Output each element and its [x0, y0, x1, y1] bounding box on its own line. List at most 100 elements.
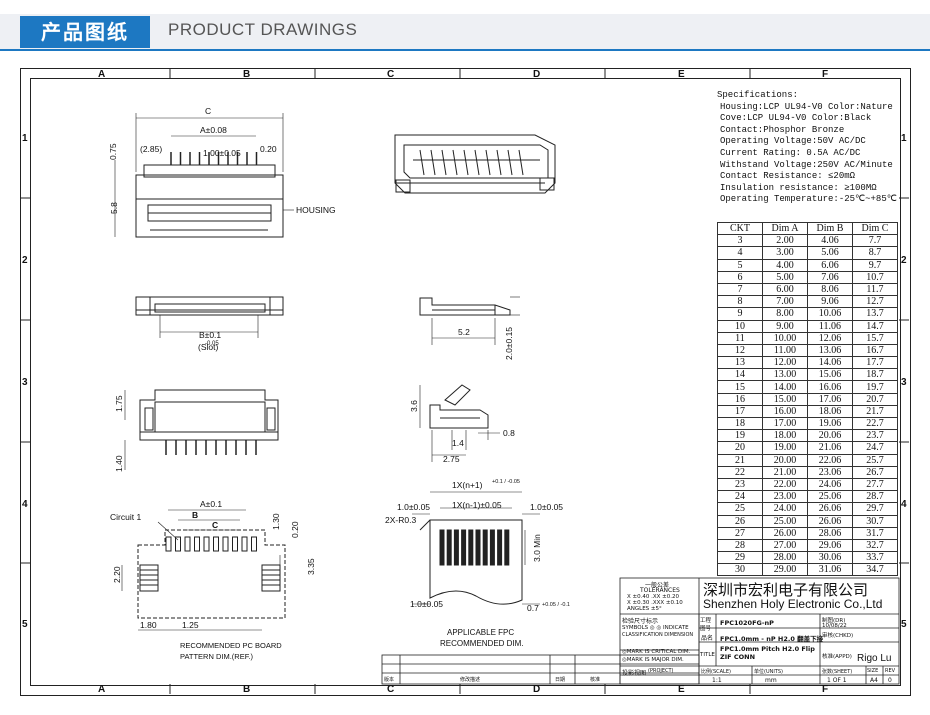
dimension-cell: 9.00 — [762, 319, 808, 333]
project-label-en: (PROJECT) — [648, 668, 674, 674]
sheet-value: 1 OF 1 — [827, 677, 847, 684]
dimension-cell: 21.00 — [762, 465, 808, 479]
product-name: FPC1.0mm - nP H2.0 翻盖下接 — [720, 635, 824, 643]
dimension-table-row: 30 29.00 31.06 34.7 — [717, 563, 898, 577]
rev-label: REV — [885, 668, 896, 674]
title-label: TITLE — [700, 652, 715, 658]
dimension-table-row: 3 2.00 4.06 7.7 — [717, 234, 898, 248]
company-name-en: Shenzhen Holy Electronic Co.,Ltd — [703, 597, 883, 611]
dimension-cell: 14 — [717, 368, 763, 382]
dimension-cell: 5.06 — [807, 246, 853, 260]
dimension-cell: 19.06 — [807, 416, 853, 431]
dimension-cell: 9.7 — [852, 258, 898, 272]
dimension-cell: 30.06 — [807, 551, 853, 565]
dimension-table-row: 12 11.00 13.06 16.7 — [717, 343, 898, 358]
project-label: 投影视图 — [622, 670, 647, 677]
dimension-cell: 9.06 — [807, 295, 853, 309]
dimension-cell: 29.00 — [762, 563, 808, 577]
dimension-cell: 17.00 — [762, 416, 808, 431]
dimension-table-row: 9 8.00 10.06 13.7 — [717, 307, 898, 321]
dimension-cell: 22.00 — [762, 477, 808, 492]
dimension-cell: 9 — [717, 307, 763, 321]
header-dim-b: Dim B — [807, 221, 853, 236]
dimension-table-row: 24 23.00 25.06 28.7 — [717, 490, 898, 504]
dimension-cell: 7.06 — [807, 270, 853, 284]
dimension-table-row: 13 12.00 14.06 17.7 — [717, 356, 898, 370]
dimension-cell: 27.00 — [762, 538, 808, 553]
dimension-cell: 15.00 — [762, 392, 808, 406]
zone-row-5-right: 5 — [901, 619, 907, 630]
dimension-table: CKT Dim A Dim B Dim C 3 2.00 4.06 7.7 4 3.00 5… — [717, 221, 898, 577]
major-dim-text: ◎MARK IS MAJOR DIM. — [622, 657, 684, 663]
rev-value: 0 — [888, 677, 892, 684]
zone-col-e-bottom: E — [678, 684, 685, 695]
dimension-cell: 3.00 — [762, 246, 808, 260]
banner-title-cn: 产品图纸 — [20, 16, 150, 48]
dimension-cell: 16.06 — [807, 380, 853, 394]
dimension-cell: 4.00 — [762, 258, 808, 272]
spec-line: Current Rating: 0.5A AC/DC — [720, 147, 861, 158]
zone-col-b-top: B — [243, 69, 251, 80]
dimension-cell: 33.7 — [852, 551, 898, 565]
dimension-cell: 17.06 — [807, 392, 853, 406]
dimension-cell: 12 — [717, 343, 763, 358]
banner-title-en: PRODUCT DRAWINGS — [168, 20, 358, 39]
approve-col-label: 核准 — [590, 677, 601, 683]
dimension-cell: 12.06 — [807, 331, 853, 345]
zone-col-a-top: A — [98, 69, 106, 80]
dimension-cell: 29.7 — [852, 502, 898, 516]
spec-line: Cove:LCP UL94-V0 Color:Black — [720, 113, 872, 124]
checked-label: 审核(CHKD) — [822, 633, 854, 639]
dimension-cell: 8.06 — [807, 282, 853, 297]
dimension-cell: 26.00 — [762, 526, 808, 540]
dimension-cell: 26 — [717, 514, 763, 528]
spec-line: Housing:LCP UL94-V0 Color:Nature — [720, 101, 893, 112]
zone-row-4-right: 4 — [901, 499, 907, 510]
dimension-table-row: 10 9.00 11.06 14.7 — [717, 319, 898, 333]
dimension-cell: 6 — [717, 270, 763, 284]
dimension-cell: 26.06 — [807, 502, 853, 516]
dimension-cell: 5.00 — [762, 270, 808, 284]
dimension-cell: 18.7 — [852, 368, 898, 382]
zone-row-5-left: 5 — [22, 619, 28, 630]
dimension-cell: 23.7 — [852, 429, 898, 443]
dimension-cell: 18.06 — [807, 404, 853, 419]
dimension-cell: 28.00 — [762, 551, 808, 565]
dimension-cell: 25.00 — [762, 514, 808, 528]
dimension-cell: 2.00 — [762, 234, 808, 248]
dimension-cell: 19.7 — [852, 380, 898, 394]
dimension-table-row: 18 17.00 19.06 22.7 — [717, 416, 898, 431]
dimension-cell: 7.00 — [762, 295, 808, 309]
dimension-cell: 12.00 — [762, 356, 808, 370]
dimension-table-row: 19 18.00 20.06 23.7 — [717, 429, 898, 443]
dimension-cell: 25.7 — [852, 453, 898, 467]
dimension-table-row: 14 13.00 15.06 18.7 — [717, 368, 898, 382]
zone-row-3-right: 3 — [901, 377, 907, 388]
header-dim-c: Dim C — [852, 221, 898, 236]
dimension-cell: 24 — [717, 490, 763, 504]
dimension-cell: 19.00 — [762, 441, 808, 455]
zone-row-2-left: 2 — [22, 255, 28, 266]
dimension-cell: 11.06 — [807, 319, 853, 333]
dimension-cell: 7 — [717, 282, 763, 297]
dimension-cell: 13.7 — [852, 307, 898, 321]
dimension-cell: 30 — [717, 563, 763, 577]
dimension-cell: 27.7 — [852, 477, 898, 492]
zone-row-2-right: 2 — [901, 255, 907, 266]
dimension-cell: 6.00 — [762, 282, 808, 297]
dimension-cell: 7.7 — [852, 234, 898, 248]
dimension-table-row: 21 20.00 22.06 25.7 — [717, 453, 898, 467]
spec-line: Contact:Phosphor Bronze — [720, 124, 845, 135]
zone-col-b-bottom: B — [243, 684, 251, 695]
dimension-cell: 11.7 — [852, 282, 898, 297]
dimension-cell: 20 — [717, 441, 763, 455]
dimension-table-row: 15 14.00 16.06 19.7 — [717, 380, 898, 394]
dimension-table-row: 4 3.00 5.06 8.7 — [717, 246, 898, 260]
dimension-table-row: 6 5.00 7.06 10.7 — [717, 270, 898, 284]
dimension-cell: 8 — [717, 295, 763, 309]
dimension-cell: 24.06 — [807, 477, 853, 492]
classification-text: CLASSIFICATION DIMENSION — [622, 632, 694, 638]
dimension-cell: 21.7 — [852, 404, 898, 419]
dimension-cell: 17 — [717, 404, 763, 419]
dimension-cell: 25.06 — [807, 490, 853, 504]
